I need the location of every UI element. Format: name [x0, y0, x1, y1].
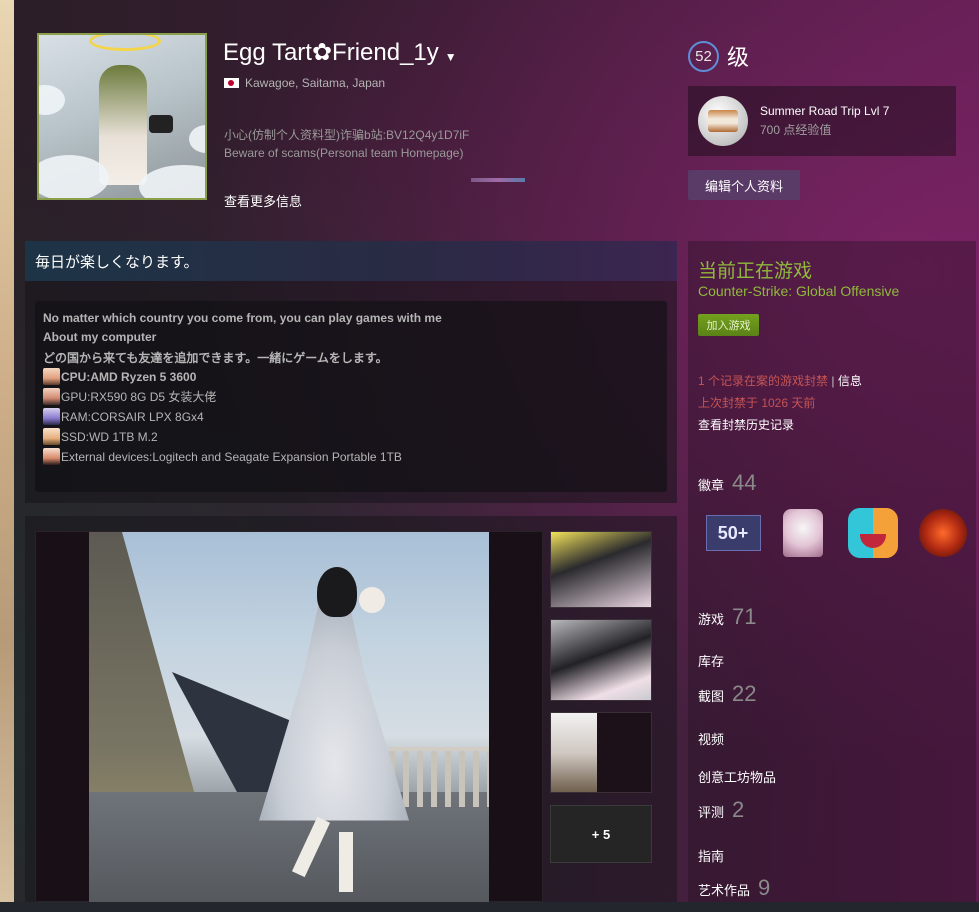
- stat-reviews[interactable]: 评测 2: [698, 797, 744, 823]
- photo-railing: [389, 747, 489, 807]
- stat-label: 艺术作品: [698, 883, 751, 898]
- gpu-spec: GPU:RX590 8G D5 女装大佬: [61, 390, 217, 404]
- ban-history-link[interactable]: 查看封禁历史记录: [698, 416, 794, 433]
- halo-decoration: [89, 35, 161, 51]
- stat-badges[interactable]: 徽章 44: [698, 470, 757, 496]
- in-game-title: 当前正在游戏: [698, 261, 813, 282]
- level-circle: 52: [688, 40, 719, 72]
- screenshot-thumbnail[interactable]: [550, 712, 652, 793]
- stat-guides[interactable]: 指南: [698, 846, 724, 865]
- name-dropdown-icon[interactable]: ▼: [445, 50, 457, 64]
- stat-artwork[interactable]: 艺术作品 9: [698, 875, 770, 901]
- summary-text-line: SSD:WD 1TB M.2: [43, 428, 158, 445]
- avatar-bag: [149, 115, 173, 133]
- emoticon-icon: [43, 408, 60, 425]
- japan-flag-icon: [224, 78, 239, 88]
- avatar-cloud: [39, 85, 65, 115]
- profile-name: Egg Tart✿Friend_1y: [223, 39, 439, 66]
- ban-count-text: 1 个记录在案的游戏封禁: [698, 374, 829, 388]
- profile-summary-line-1: 小心(仿制个人资料型)诈骗b站:BV12Q4y1D7iF: [224, 128, 470, 142]
- badge-item[interactable]: [838, 507, 908, 559]
- main-screenshot[interactable]: [89, 532, 489, 902]
- badge-item[interactable]: [768, 507, 838, 559]
- avatar-figure: [99, 65, 147, 185]
- profile-location: Kawagoe, Saitama, Japan: [245, 76, 386, 90]
- stat-games[interactable]: 游戏 71: [698, 604, 757, 630]
- stat-label: 指南: [698, 849, 725, 864]
- summary-inline-image: [471, 178, 525, 182]
- stat-label: 库存: [698, 654, 725, 669]
- summary-text-line: CPU:AMD Ryzen 5 3600: [43, 368, 196, 385]
- emoticon-icon: [43, 448, 60, 465]
- more-screenshots-button[interactable]: + 5: [550, 805, 652, 863]
- ban-separator: |: [828, 374, 838, 388]
- avatar-cloud: [189, 125, 205, 153]
- summary-text-line: どの国から来ても友達を追加できます。一緒にゲームをします。: [43, 351, 388, 365]
- summary-text-line: About my computer: [43, 330, 157, 344]
- background-art-strip: [0, 0, 14, 912]
- stat-count: 71: [732, 604, 757, 629]
- badge-item[interactable]: 50+: [698, 507, 768, 559]
- mask-badge-icon: [848, 508, 898, 558]
- profile-name-row: Egg Tart✿Friend_1y ▼: [223, 38, 457, 67]
- external-devices-spec: External devices:Logitech and Seagate Ex…: [61, 449, 402, 464]
- in-game-name[interactable]: Counter-Strike: Global Offensive: [698, 283, 899, 299]
- profile-location-row: Kawagoe, Saitama, Japan: [224, 76, 385, 90]
- smore-badge-icon: [698, 96, 748, 146]
- cat-badge-icon: [783, 509, 823, 557]
- join-game-button[interactable]: 加入游戏: [698, 314, 759, 336]
- emoticon-icon: [43, 368, 60, 385]
- emoticon-icon: [43, 388, 60, 405]
- edit-profile-button[interactable]: 编辑个人资料: [688, 170, 800, 200]
- level-label: 级: [727, 45, 750, 70]
- screenshot-thumbnail[interactable]: [550, 531, 652, 608]
- ram-spec: RAM:CORSAIR LPX 8Gx4: [61, 409, 204, 424]
- summary-text-line: External devices:Logitech and Seagate Ex…: [43, 448, 402, 465]
- stat-screenshots[interactable]: 截图 22: [698, 681, 757, 707]
- summary-text-line: No matter which country you come from, y…: [43, 311, 442, 325]
- photo-head: [317, 567, 357, 617]
- featured-badge[interactable]: Summer Road Trip Lvl 7 700 点经验值: [688, 86, 956, 156]
- view-more-info-link[interactable]: 查看更多信息: [224, 191, 302, 210]
- stat-label: 徽章: [698, 478, 725, 493]
- ban-status: 1 个记录在案的游戏封禁 | 信息: [698, 372, 862, 389]
- stat-label: 创意工坊物品: [698, 770, 777, 785]
- avatar-cloud: [139, 165, 205, 198]
- last-ban-text: 上次封禁于 1026 天前: [698, 396, 816, 410]
- profile-summary-line-2: Beware of scams(Personal team Homepage): [224, 146, 464, 160]
- emoticon-icon: [43, 428, 60, 445]
- featured-badge-xp: 700 点经验值: [760, 123, 832, 137]
- avatar-cloud: [39, 155, 109, 198]
- profile-level: 52 级: [688, 40, 749, 72]
- stat-videos[interactable]: 视频: [698, 729, 724, 748]
- summary-showcase-title: 毎日が楽しくなります。: [25, 241, 677, 281]
- ban-info-link[interactable]: 信息: [838, 374, 862, 388]
- stat-label: 评测: [698, 805, 725, 820]
- stat-inventory[interactable]: 库存: [698, 651, 724, 670]
- stat-count: 9: [758, 875, 771, 900]
- ssd-spec: SSD:WD 1TB M.2: [61, 429, 158, 444]
- featured-badge-title: Summer Road Trip Lvl 7: [760, 104, 890, 118]
- summary-text-line: RAM:CORSAIR LPX 8Gx4: [43, 408, 204, 425]
- cpu-spec: CPU:AMD Ryzen 5 3600: [61, 369, 197, 384]
- summary-text-line: GPU:RX590 8G D5 女装大佬: [43, 388, 216, 405]
- stat-count: 22: [732, 681, 757, 706]
- bottom-scroll-edge: [0, 902, 979, 912]
- stat-label: 游戏: [698, 612, 725, 627]
- photo-leg: [339, 832, 353, 892]
- stat-label: 截图: [698, 689, 725, 704]
- badge-list: 50+: [698, 507, 978, 559]
- screenshot-thumbnail[interactable]: [550, 619, 652, 701]
- stat-count: 44: [732, 470, 757, 495]
- stat-label: 视频: [698, 732, 725, 747]
- profile-avatar[interactable]: [37, 33, 207, 200]
- badge-50-icon: 50+: [705, 515, 761, 551]
- photo-face-cover: [359, 587, 385, 613]
- dota-badge-icon: [919, 509, 967, 557]
- stat-workshop[interactable]: 创意工坊物品: [698, 767, 776, 786]
- stat-count: 2: [732, 797, 745, 822]
- badge-item[interactable]: [908, 507, 978, 559]
